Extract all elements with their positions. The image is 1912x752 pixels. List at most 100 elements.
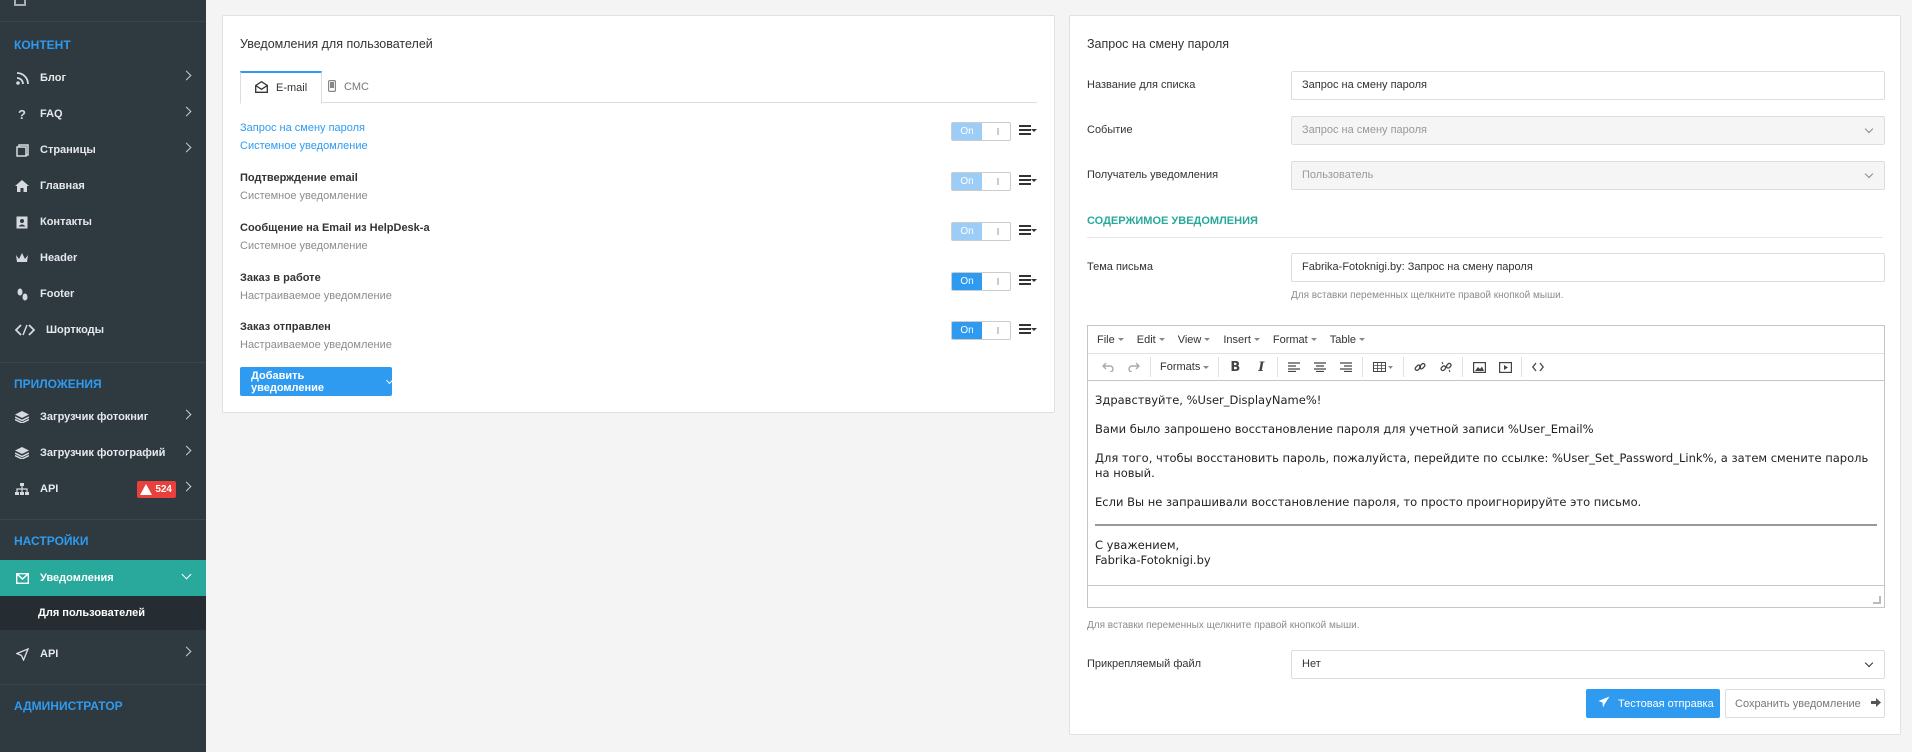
notification-title[interactable]: Заказ в работе xyxy=(240,272,321,284)
table-icon[interactable] xyxy=(1366,356,1400,378)
chevron-down-icon xyxy=(1864,169,1874,179)
notification-row[interactable]: Запрос на смену пароля Системное уведомл… xyxy=(240,122,1037,166)
section-title: СОДЕРЖИМОЕ УВЕДОМЛЕНИЯ xyxy=(1087,215,1258,227)
sidebar-item-api[interactable]: API xyxy=(0,636,206,672)
sidebar-subitem-for-users[interactable]: Для пользователей xyxy=(0,596,206,630)
chevron-right-icon xyxy=(181,70,192,81)
row-menu-icon[interactable] xyxy=(1019,125,1037,137)
align-right-icon[interactable] xyxy=(1333,356,1359,378)
sidebar-item-pages[interactable]: Страницы xyxy=(0,132,206,168)
sidebar-item-footer[interactable]: Footer xyxy=(0,276,206,312)
notification-title[interactable]: Подтверждение email xyxy=(240,172,358,184)
menu-view[interactable]: View xyxy=(1178,334,1211,346)
warning-badge: 524 xyxy=(137,481,176,498)
email-divider xyxy=(1095,524,1877,526)
mobile-icon xyxy=(328,79,337,95)
recipient-select[interactable]: Пользователь xyxy=(1291,161,1885,190)
attachment-select[interactable]: Нет xyxy=(1291,650,1885,679)
add-notification-button[interactable]: Добавить уведомление xyxy=(240,367,394,396)
redo-icon[interactable] xyxy=(1121,356,1147,378)
editor-statusbar xyxy=(1088,585,1884,607)
notification-type: Системное уведомление xyxy=(240,240,368,252)
italic-icon[interactable]: I xyxy=(1248,356,1274,378)
sidebar-item-faq[interactable]: ? FAQ xyxy=(0,96,206,132)
chevron-right-icon xyxy=(181,106,192,117)
align-left-icon[interactable] xyxy=(1281,356,1307,378)
bold-icon[interactable]: B xyxy=(1222,356,1248,378)
sidebar-item-api-app[interactable]: API 524 xyxy=(0,471,206,507)
event-select[interactable]: Запрос на смену пароля xyxy=(1291,116,1885,145)
enabled-toggle[interactable]: On xyxy=(951,272,1011,291)
align-center-icon[interactable] xyxy=(1307,356,1333,378)
subject-label: Тема письма xyxy=(1087,261,1153,273)
sidebar-item-notifications[interactable]: Уведомления xyxy=(0,560,206,596)
sidebar-item-photobook-uploader[interactable]: Загрузчик фотокниг xyxy=(0,399,206,435)
notification-title[interactable]: Заказ отправлен xyxy=(240,321,331,333)
enabled-toggle[interactable]: On xyxy=(951,172,1011,191)
notification-title[interactable]: Сообщение на Email из HelpDesk-a xyxy=(240,222,430,234)
row-menu-icon[interactable] xyxy=(1019,324,1037,336)
sidebar-item-label: Контакты xyxy=(40,216,92,228)
menu-table[interactable]: Table xyxy=(1330,334,1366,346)
crown-icon xyxy=(14,251,30,265)
notification-row[interactable]: Заказ отправлен Настраиваемое уведомлени… xyxy=(240,321,1037,365)
rich-text-editor: File Edit View Insert Format Table Forma… xyxy=(1087,325,1885,608)
save-notification-button[interactable]: Сохранить уведомление xyxy=(1725,689,1885,718)
sidebar-section-admin: АДМИНИСТРАТОР xyxy=(14,699,123,713)
source-code-icon[interactable] xyxy=(1525,356,1551,378)
notification-type: Настраиваемое уведомление xyxy=(240,339,392,351)
undo-icon[interactable] xyxy=(1095,356,1121,378)
test-send-button[interactable]: Тестовая отправка xyxy=(1586,689,1720,718)
subject-input[interactable]: Fabrika-Fotoknigi.by: Запрос на смену па… xyxy=(1291,253,1885,282)
row-menu-icon[interactable] xyxy=(1019,175,1037,187)
row-menu-icon[interactable] xyxy=(1019,225,1037,237)
notification-row[interactable]: Заказ в работе Настраиваемое уведомление… xyxy=(240,272,1037,316)
event-value: Запрос на смену пароля xyxy=(1302,124,1428,136)
toggle-on-label: On xyxy=(952,173,982,190)
chevron-right-icon xyxy=(181,646,192,657)
sidebar-item-label: Страницы xyxy=(40,144,96,156)
paper-plane-icon xyxy=(14,647,30,661)
enabled-toggle[interactable]: On xyxy=(951,122,1011,141)
home-icon xyxy=(14,179,30,193)
editor-content[interactable]: Здравствуйте, %User_DisplayName%! Вами б… xyxy=(1088,382,1884,582)
sidebar-item-home[interactable]: Главная xyxy=(0,168,206,204)
formats-dropdown[interactable]: Formats xyxy=(1154,361,1215,373)
tab-email[interactable]: E-mail xyxy=(240,71,323,104)
link-icon[interactable] xyxy=(1407,356,1433,378)
notification-title[interactable]: Запрос на смену пароля xyxy=(240,122,365,134)
chevron-right-icon xyxy=(181,409,192,420)
sidebar-item-photo-uploader[interactable]: Загрузчик фотографий xyxy=(0,435,206,471)
row-menu-icon[interactable] xyxy=(1019,275,1037,287)
email-greeting: Здравствуйте, %User_DisplayName%! xyxy=(1095,393,1322,407)
unlink-icon[interactable] xyxy=(1433,356,1459,378)
enabled-toggle[interactable]: On xyxy=(951,222,1011,241)
attachment-value: Нет xyxy=(1302,658,1321,670)
chevron-right-icon xyxy=(181,481,192,492)
sidebar-item-header[interactable]: Header xyxy=(0,240,206,276)
warning-icon xyxy=(140,484,153,495)
sidebar-item-label: Загрузчик фотографий xyxy=(40,447,166,459)
chevron-right-icon xyxy=(181,142,192,153)
contact-book-icon xyxy=(14,215,30,229)
sidebar-item-shortcodes[interactable]: Шорткоды xyxy=(0,312,206,348)
list-name-input[interactable]: Запрос на смену пароля xyxy=(1291,71,1885,100)
sidebar-item-blog[interactable]: Блог xyxy=(0,60,206,96)
notification-row[interactable]: Сообщение на Email из HelpDesk-a Системн… xyxy=(240,222,1037,266)
menu-format[interactable]: Format xyxy=(1273,334,1317,346)
notification-row[interactable]: Подтверждение email Системное уведомлени… xyxy=(240,172,1037,216)
sidebar-section-apps: ПРИЛОЖЕНИЯ xyxy=(14,377,102,391)
channel-tabs: E-mail СМС xyxy=(240,71,1037,104)
enabled-toggle[interactable]: On xyxy=(951,321,1011,340)
sidebar-item-contacts[interactable]: Контакты xyxy=(0,204,206,240)
puzzle-icon xyxy=(14,410,30,424)
menu-insert[interactable]: Insert xyxy=(1223,334,1260,346)
media-icon[interactable] xyxy=(1492,356,1518,378)
menu-file[interactable]: File xyxy=(1097,334,1124,346)
paper-plane-icon xyxy=(1598,696,1610,711)
image-icon[interactable] xyxy=(1466,356,1492,378)
menu-edit[interactable]: Edit xyxy=(1137,334,1165,346)
tab-label: СМС xyxy=(344,81,369,93)
tab-sms[interactable]: СМС xyxy=(314,71,383,103)
resize-handle-icon[interactable] xyxy=(1873,596,1881,604)
